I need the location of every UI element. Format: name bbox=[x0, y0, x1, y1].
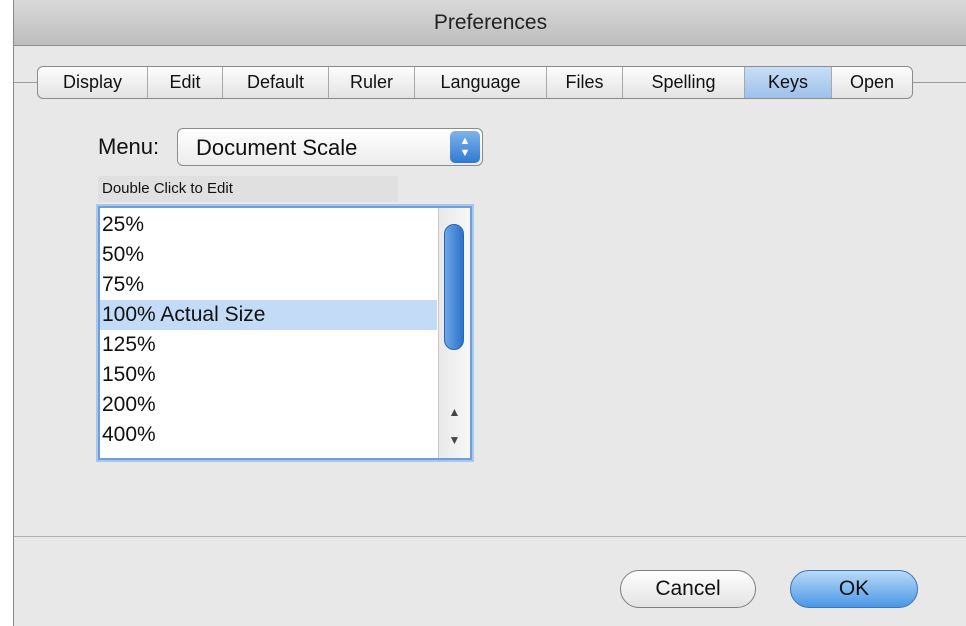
list-hint-bar: Double Click to Edit bbox=[98, 176, 398, 202]
list-item[interactable]: 75% bbox=[100, 270, 437, 300]
list-scrollbar[interactable]: ▲ ▼ bbox=[438, 208, 470, 458]
menu-selected-value: Document Scale bbox=[196, 135, 358, 160]
list-hint: Double Click to Edit bbox=[102, 180, 233, 197]
window-title: Preferences bbox=[433, 11, 548, 34]
list-item[interactable]: 25% bbox=[100, 210, 437, 240]
list-item[interactable]: 50% bbox=[100, 240, 437, 270]
list-item[interactable]: 200% bbox=[100, 390, 437, 420]
scrollbar-thumb[interactable] bbox=[444, 224, 464, 350]
tab-default[interactable]: Default bbox=[223, 67, 329, 98]
list-item-selected[interactable]: 100% Actual Size bbox=[100, 300, 437, 330]
preferences-tab-bar: Display Edit Default Ruler Language File… bbox=[37, 66, 913, 99]
tab-keys[interactable]: Keys bbox=[745, 67, 832, 98]
tab-spelling[interactable]: Spelling bbox=[623, 67, 745, 98]
ok-button[interactable]: OK bbox=[790, 570, 918, 608]
list-item[interactable]: 150% bbox=[100, 360, 437, 390]
scale-listbox[interactable]: 25% 50% 75% 100% Actual Size 125% 150% 2… bbox=[98, 206, 472, 460]
list-item[interactable]: 400% bbox=[100, 420, 437, 450]
tab-ruler[interactable]: Ruler bbox=[329, 67, 415, 98]
tab-files[interactable]: Files bbox=[547, 67, 623, 98]
up-down-arrows-icon: ▲ ▼ bbox=[450, 131, 480, 163]
preferences-window: Preferences Display Edit Default Ruler L… bbox=[13, 0, 966, 626]
list-item[interactable]: 125% bbox=[100, 330, 437, 360]
tab-open[interactable]: Open bbox=[832, 67, 912, 98]
tab-display[interactable]: Display bbox=[38, 67, 148, 98]
tab-edit[interactable]: Edit bbox=[148, 67, 223, 98]
title-bar[interactable]: Preferences bbox=[14, 0, 966, 46]
footer-separator bbox=[14, 536, 966, 537]
tab-language[interactable]: Language bbox=[415, 67, 547, 98]
scroll-down-arrow-icon[interactable]: ▼ bbox=[439, 430, 470, 450]
menu-label: Menu: bbox=[98, 134, 160, 159]
scroll-up-arrow-icon[interactable]: ▲ bbox=[439, 402, 470, 422]
menu-popup-button[interactable]: Document Scale ▲ ▼ bbox=[177, 128, 483, 166]
cancel-button[interactable]: Cancel bbox=[620, 570, 756, 608]
